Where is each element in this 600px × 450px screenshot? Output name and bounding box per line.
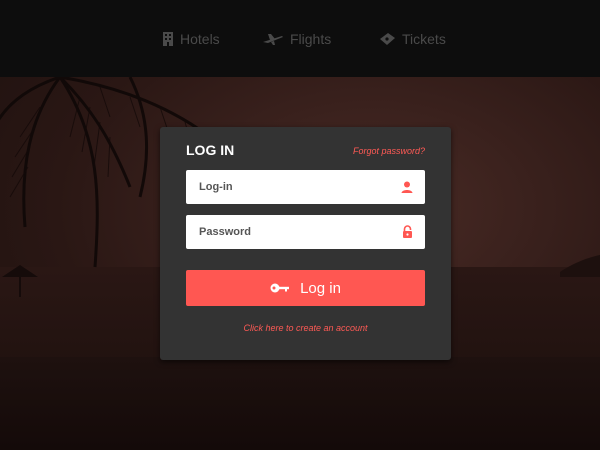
nav-label-flights: Flights — [290, 31, 332, 47]
password-input[interactable] — [199, 215, 389, 249]
key-icon — [270, 283, 290, 293]
hotel-icon — [162, 32, 174, 46]
nav-label-tickets: Tickets — [402, 31, 446, 47]
login-submit-button[interactable]: Log in — [186, 270, 425, 306]
password-field — [186, 215, 425, 249]
login-card: LOG IN Forgot password? Log-in Log in Cl… — [160, 127, 451, 360]
username-field — [186, 170, 425, 204]
login-title: LOG IN — [186, 142, 235, 158]
top-nav-bar: Hotels Flights Tickets — [0, 0, 600, 77]
nav-label-hotels: Hotels — [180, 31, 220, 47]
login-submit-label: Log in — [300, 279, 341, 297]
forgot-password-link[interactable]: Forgot password? — [353, 146, 425, 156]
ticket-icon — [378, 32, 396, 46]
username-input[interactable] — [199, 170, 389, 204]
airplane-icon — [262, 33, 284, 45]
user-icon — [401, 180, 413, 198]
create-account-link[interactable]: Click here to create an account — [160, 323, 451, 333]
nav-item-tickets[interactable]: Tickets — [378, 30, 446, 48]
lock-icon — [402, 225, 413, 243]
nav-item-flights[interactable]: Flights — [262, 30, 331, 48]
nav-item-hotels[interactable]: Hotels — [162, 30, 220, 48]
